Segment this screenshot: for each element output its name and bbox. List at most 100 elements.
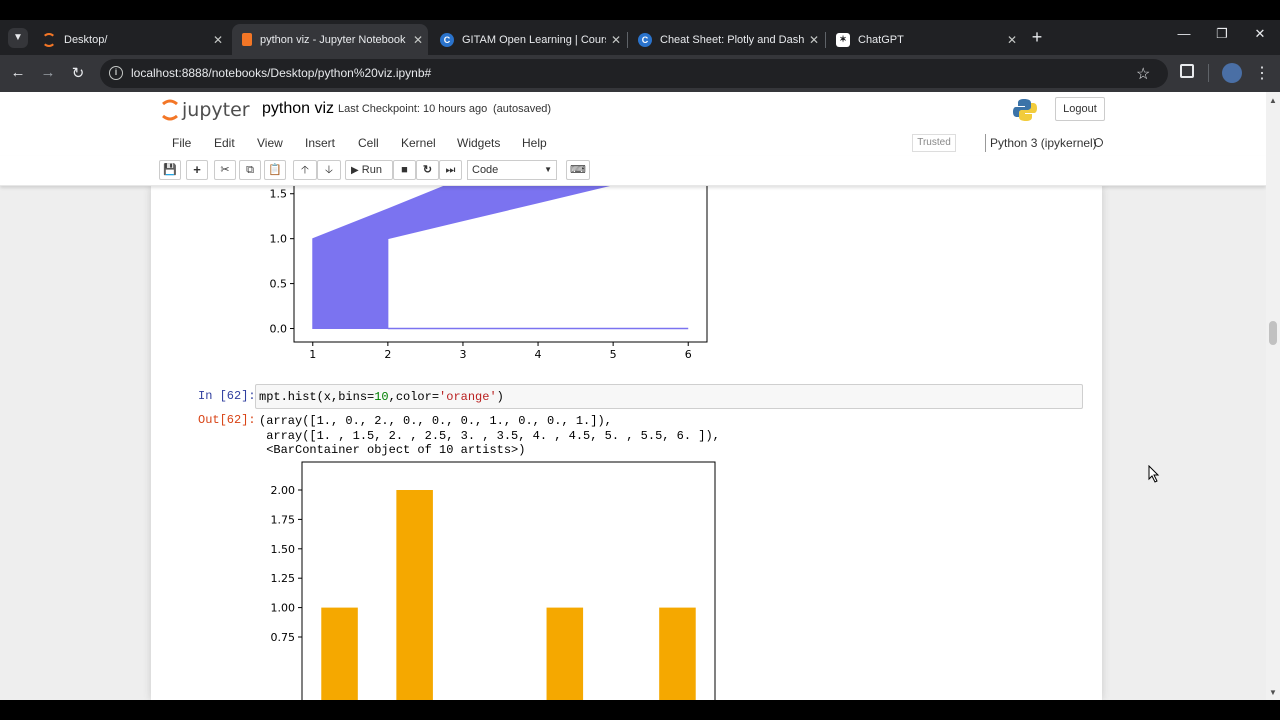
tab-close-icon[interactable]: ✕ <box>208 33 228 47</box>
tab-search-chevron-icon[interactable]: ▼ <box>8 28 28 48</box>
tab-python-viz[interactable]: python viz - Jupyter Notebook ✕ <box>232 24 428 55</box>
back-arrow-icon[interactable]: ← <box>8 64 28 81</box>
autosave-status: (autosaved) <box>493 103 552 115</box>
x-tick-label: 5 <box>610 348 617 361</box>
url-text[interactable]: localhost:8888/notebooks/Desktop/python%… <box>131 66 431 80</box>
browser-tab-bar: ▼ Desktop/ ✕ python viz - Jupyter Notebo… <box>0 20 1280 55</box>
y-tick-label: 1.75 <box>271 513 296 526</box>
x-tick-label: 3 <box>459 348 466 361</box>
code-input-cell[interactable]: mpt.hist(x,bins=10,color='orange') <box>255 384 1083 409</box>
logout-button[interactable]: Logout <box>1055 97 1105 121</box>
menu-insert[interactable]: Insert <box>305 136 335 150</box>
toolbar-divider <box>1208 64 1209 82</box>
cut-scissors-icon[interactable]: ✂ <box>214 160 236 180</box>
jupyter-icon <box>42 32 56 47</box>
histogram-bar <box>546 607 584 700</box>
page-scrollbar[interactable]: ▲ ▼ <box>1266 92 1280 700</box>
browser-toolbar: ← → ↻ i localhost:8888/notebooks/Desktop… <box>0 55 1280 92</box>
checkpoint-status: Last Checkpoint: 10 hours ago <box>338 103 488 115</box>
x-tick-label: 6 <box>685 348 692 361</box>
tab-desktop[interactable]: Desktop/ ✕ <box>32 24 228 55</box>
code-paren: ) <box>496 390 504 404</box>
bookmark-star-icon[interactable]: ☆ <box>1136 64 1150 84</box>
restart-run-all-icon[interactable]: ⏭ <box>439 160 462 180</box>
code-call: mpt.hist(x,bins= <box>259 390 375 404</box>
histogram-bar <box>396 490 433 700</box>
notebook-name[interactable]: python viz <box>262 100 334 118</box>
browser-menu-icon[interactable]: ⋮ <box>1254 63 1270 83</box>
menu-file[interactable]: File <box>172 136 191 150</box>
chatgpt-icon: ✶ <box>836 32 850 47</box>
site-info-icon[interactable]: i <box>109 66 123 80</box>
kernel-name[interactable]: Python 3 (ipykernel) <box>990 136 1097 150</box>
output-line: (array([1., 0., 2., 0., 0., 0., 1., 0., … <box>259 414 612 428</box>
output-line: <BarContainer object of 10 artists>) <box>259 443 526 457</box>
tab-title: Cheat Sheet: Plotly and Dash | C <box>660 33 804 46</box>
menu-edit[interactable]: Edit <box>214 136 235 150</box>
restore-icon[interactable]: ❐ <box>1212 26 1232 42</box>
move-up-arrow-icon[interactable]: 🡡 <box>293 160 317 180</box>
y-tick-label: 2.00 <box>271 484 296 497</box>
tab-cheat-sheet[interactable]: C Cheat Sheet: Plotly and Dash | C ✕ <box>628 24 824 55</box>
copy-icon[interactable]: ⧉ <box>239 160 261 180</box>
forward-arrow-icon[interactable]: → <box>38 64 58 81</box>
move-down-arrow-icon[interactable]: 🡣 <box>317 160 341 180</box>
minimize-icon[interactable]: — <box>1174 26 1194 41</box>
output-prompt: Out[62]: <box>198 413 256 427</box>
input-prompt: In [62]: <box>198 389 256 403</box>
jupyter-logo-text: jupyter <box>181 99 250 121</box>
scroll-up-arrow-icon[interactable]: ▲ <box>1269 96 1277 105</box>
y-tick-label: 1.0 <box>270 233 288 246</box>
menu-bar: File Edit View Insert Cell Kernel Widget… <box>0 130 1266 156</box>
cell-type-select[interactable]: Code ▼ <box>467 160 557 180</box>
plot-frame <box>301 461 716 700</box>
y-tick-label: 0.5 <box>270 278 288 291</box>
coursera-icon: C <box>638 32 652 47</box>
x-tick-label: 1 <box>309 348 316 361</box>
notebook-toolbar: 💾 + ✂ ⧉ 📋 🡡 🡣 ▶ Run ■ ↻ ⏭ Code ▼ ⌨ <box>0 156 1266 186</box>
tab-title: Desktop/ <box>64 33 108 46</box>
jupyter-page: jupyter python viz Last Checkpoint: 10 h… <box>0 92 1266 700</box>
histogram-bar <box>321 607 358 700</box>
tab-close-icon[interactable]: ✕ <box>804 33 824 47</box>
menu-help[interactable]: Help <box>522 136 547 150</box>
code-number: 10 <box>374 390 389 404</box>
code-string: 'orange' <box>439 390 497 404</box>
close-window-icon[interactable]: ✕ <box>1250 26 1270 42</box>
menu-kernel[interactable]: Kernel <box>401 136 436 150</box>
y-tick-label: 0.0 <box>270 323 288 336</box>
interrupt-stop-icon[interactable]: ■ <box>393 160 416 180</box>
paste-clipboard-icon[interactable]: 📋 <box>264 160 286 180</box>
profile-avatar[interactable] <box>1222 63 1242 83</box>
restart-kernel-icon[interactable]: ↻ <box>416 160 439 180</box>
run-button[interactable]: ▶ Run <box>345 160 393 180</box>
jupyter-logo[interactable]: jupyter <box>160 96 250 124</box>
save-icon[interactable]: 💾 <box>159 160 181 180</box>
tab-gitam[interactable]: C GITAM Open Learning | Course ✕ <box>430 24 626 55</box>
tab-close-icon[interactable]: ✕ <box>606 33 626 47</box>
tab-chatgpt[interactable]: ✶ ChatGPT ✕ <box>826 24 1022 55</box>
reload-icon[interactable]: ↻ <box>68 64 88 82</box>
menu-cell[interactable]: Cell <box>358 136 379 150</box>
tab-close-icon[interactable]: ✕ <box>408 33 428 47</box>
tab-close-icon[interactable]: ✕ <box>1002 33 1022 47</box>
menu-widgets[interactable]: Widgets <box>457 136 500 150</box>
python-logo-icon <box>1013 99 1037 121</box>
trusted-badge[interactable]: Trusted <box>912 134 956 152</box>
extensions-puzzle-icon[interactable] <box>1180 64 1194 78</box>
chevron-down-icon: ▼ <box>544 165 552 174</box>
new-tab-plus-icon[interactable]: + <box>1027 27 1047 48</box>
address-bar[interactable]: i localhost:8888/notebooks/Desktop/pytho… <box>100 59 1168 88</box>
code-line[interactable]: mpt.hist(x,bins=10,color='orange') <box>259 390 504 404</box>
output-line: array([1. , 1.5, 2. , 2.5, 3. , 3.5, 4. … <box>259 429 720 443</box>
menu-view[interactable]: View <box>257 136 283 150</box>
scrollbar-thumb[interactable] <box>1269 321 1277 345</box>
y-tick-label: 1.50 <box>271 543 296 556</box>
scroll-down-arrow-icon[interactable]: ▼ <box>1269 688 1277 697</box>
keyboard-shortcuts-icon[interactable]: ⌨ <box>566 160 590 180</box>
insert-cell-plus-icon[interactable]: + <box>186 160 208 180</box>
tab-title: ChatGPT <box>858 33 904 46</box>
jupyter-header: jupyter python viz Last Checkpoint: 10 h… <box>0 92 1266 130</box>
kernel-divider <box>985 134 986 152</box>
cell-type-value: Code <box>472 164 499 176</box>
